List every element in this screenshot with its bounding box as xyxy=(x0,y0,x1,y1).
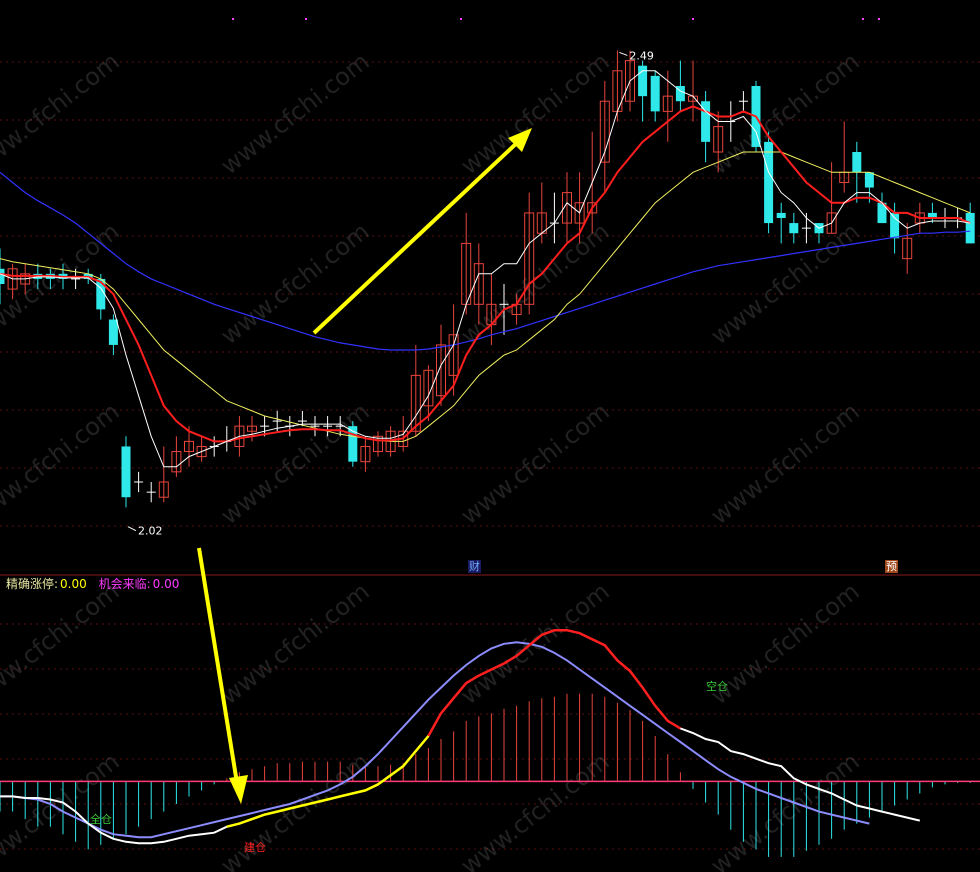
badge-forecast[interactable]: 预 xyxy=(885,560,898,573)
watermark-text: www.cfchi.com xyxy=(216,577,375,710)
watermark-text: www.cfchi.com xyxy=(456,47,615,180)
macd-marker-top: 空仓 xyxy=(706,679,728,693)
candle-body xyxy=(965,212,975,244)
header-label-limit-up: 精确涨停: xyxy=(6,577,59,591)
candle-body xyxy=(789,223,799,234)
marker-dot xyxy=(460,18,462,20)
watermark-text: www.cfchi.com xyxy=(706,747,865,872)
watermark-text: www.cfchi.com xyxy=(0,397,125,530)
candle-body xyxy=(0,268,5,284)
watermark-text: www.cfchi.com xyxy=(456,397,615,530)
candle-body xyxy=(650,75,660,112)
arrow-down-head xyxy=(229,775,248,804)
watermark-text: www.cfchi.com xyxy=(0,217,125,350)
candle-body xyxy=(108,319,118,345)
candle-body xyxy=(638,65,648,97)
candle-body xyxy=(96,278,106,310)
low-pointer xyxy=(127,526,137,532)
watermark-text: www.cfchi.com xyxy=(456,577,615,710)
watermark-text: www.cfchi.com xyxy=(706,47,865,180)
watermark-text: www.cfchi.com xyxy=(456,217,615,350)
watermark-text: www.cfchi.com xyxy=(0,47,125,180)
watermark-text: www.cfchi.com xyxy=(0,747,125,872)
arrow-down-shaft xyxy=(197,547,239,784)
stock-chart: www.cfchi.com www.cfchi.com www.cfchi.com w… xyxy=(0,18,980,872)
ma-yellow-line xyxy=(0,151,971,442)
indicator-header: 精确涨停: 0.00 机会来临: 0.00 xyxy=(6,577,181,591)
badge-finance[interactable]: 财 xyxy=(468,560,481,573)
watermark-text: www.cfchi.com xyxy=(706,397,865,530)
watermark-text: www.cfchi.com xyxy=(216,47,375,180)
watermark-text: www.cfchi.com xyxy=(216,747,375,872)
marker-dot xyxy=(305,18,307,20)
macd-marker-bottom: 建仓 xyxy=(244,840,266,854)
watermark-text: www.cfchi.com xyxy=(706,577,865,710)
high-price-label: 2.49 xyxy=(629,49,654,62)
marker-dot xyxy=(232,18,234,20)
header-value-limit-up: 0.00 xyxy=(60,577,87,591)
candle-body xyxy=(890,212,900,239)
candle-body xyxy=(864,172,874,188)
candle-body xyxy=(776,212,786,218)
low-price-label: 2.02 xyxy=(138,525,163,538)
candle-body xyxy=(121,446,131,498)
watermark-text: www.cfchi.com xyxy=(0,577,125,710)
candle-body xyxy=(764,141,774,224)
marker-dot xyxy=(862,18,864,20)
candle-body xyxy=(852,152,862,173)
header-label-opportunity: 机会来临: xyxy=(98,577,151,591)
watermark-text: www.cfchi.com xyxy=(456,747,615,872)
header-value-opportunity: 0.00 xyxy=(152,577,180,591)
watermark-text: www.cfchi.com xyxy=(706,217,865,350)
high-pointer xyxy=(619,51,628,56)
marker-dot xyxy=(878,18,880,20)
macd-marker-left: 全仓 xyxy=(90,812,112,826)
marker-dot xyxy=(692,18,694,20)
